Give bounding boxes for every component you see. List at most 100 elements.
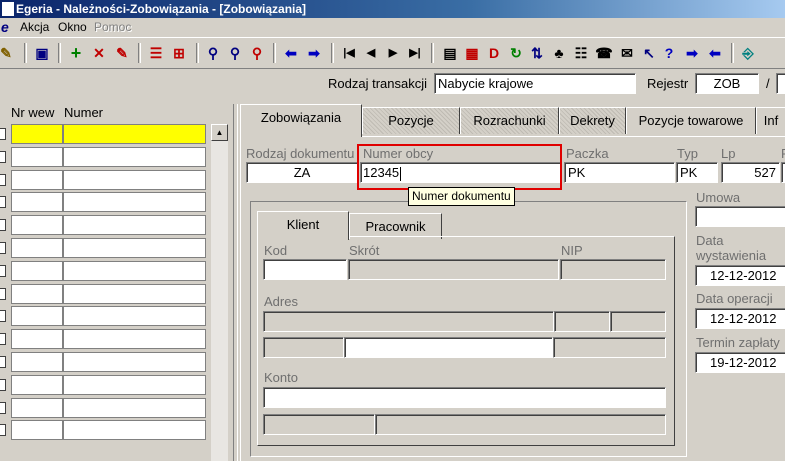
search-next-icon[interactable]: ⚲	[225, 43, 245, 63]
previous-icon[interactable]: ◀	[361, 43, 381, 63]
register-field[interactable]: ZOB	[695, 73, 759, 94]
cell-nr-wew[interactable]	[11, 375, 63, 395]
cell-nr-wew[interactable]	[11, 352, 63, 372]
row-selector[interactable]	[0, 151, 6, 163]
issue-date-field[interactable]: 12-12-2012	[695, 265, 785, 286]
row-selector[interactable]	[0, 219, 6, 231]
code-field[interactable]	[263, 259, 347, 280]
refresh-icon[interactable]: ↻	[506, 43, 526, 63]
first-icon[interactable]: |◀	[339, 43, 359, 63]
cell-numer[interactable]	[63, 170, 206, 190]
grid-vertical-scrollbar[interactable]: ▲	[211, 124, 228, 461]
cell-nr-wew[interactable]	[11, 124, 63, 144]
address-city-field[interactable]	[344, 337, 553, 358]
contract-field[interactable]	[695, 206, 785, 227]
scroll-up-button[interactable]: ▲	[211, 124, 228, 141]
sort-icon[interactable]: ⇅	[527, 43, 547, 63]
search-reset-icon[interactable]: ⚲	[247, 43, 267, 63]
row-selector[interactable]	[0, 333, 6, 345]
row-selector[interactable]	[0, 424, 6, 436]
cell-numer[interactable]	[63, 284, 206, 304]
cell-nr-wew[interactable]	[11, 284, 63, 304]
app-icon[interactable]: e	[1, 20, 15, 35]
cell-nr-wew[interactable]	[11, 192, 63, 212]
tab-info[interactable]: Inf	[756, 107, 785, 134]
tab-zobowiazania[interactable]: Zobowiązania	[240, 104, 362, 137]
cell-numer[interactable]	[63, 215, 206, 235]
cell-numer[interactable]	[63, 352, 206, 372]
cell-numer[interactable]	[63, 306, 206, 326]
batch-field[interactable]: PK	[564, 162, 675, 183]
cell-numer[interactable]	[63, 238, 206, 258]
cell-nr-wew[interactable]	[11, 215, 63, 235]
cell-numer[interactable]	[63, 147, 206, 167]
due-date-field[interactable]: 19-12-2012	[695, 352, 785, 373]
last-icon[interactable]: ▶|	[405, 43, 425, 63]
list-icon[interactable]: ☷	[571, 43, 591, 63]
tab-rozrachunki[interactable]: Rozrachunki	[460, 107, 559, 134]
phone-icon[interactable]: ☎	[594, 43, 614, 63]
cell-numer[interactable]	[63, 375, 206, 395]
save-icon[interactable]: ▣	[32, 43, 52, 63]
cell-nr-wew[interactable]	[11, 306, 63, 326]
cell-nr-wew[interactable]	[11, 147, 63, 167]
play-icon[interactable]: ▶	[383, 43, 403, 63]
row-selector[interactable]	[0, 265, 6, 277]
row-selector[interactable]	[0, 310, 6, 322]
row-selector[interactable]	[0, 402, 6, 414]
cell-nr-wew[interactable]	[11, 238, 63, 258]
mail-icon[interactable]: ✉	[617, 43, 637, 63]
tab-dekrety[interactable]: Dekrety	[559, 107, 626, 134]
forward-arrow-icon[interactable]: ⬅	[705, 43, 725, 63]
report-icon[interactable]: ▤	[440, 43, 460, 63]
menu-okno[interactable]: Okno	[58, 18, 87, 37]
tree-icon[interactable]: ♣	[549, 43, 569, 63]
row-selector[interactable]	[0, 379, 6, 391]
exit-icon[interactable]: ⎆	[738, 43, 758, 63]
cell-nr-wew[interactable]	[11, 398, 63, 418]
type-field[interactable]: PK	[676, 162, 718, 183]
row-selector[interactable]	[0, 196, 6, 208]
edit-icon[interactable]: ✎	[112, 43, 132, 63]
cell-numer[interactable]	[63, 124, 206, 144]
menu-akcja[interactable]: Akcja	[20, 18, 49, 37]
add-icon[interactable]: +	[66, 43, 86, 63]
doc-type-field[interactable]: ZA	[246, 162, 358, 183]
row-selector[interactable]	[0, 242, 6, 254]
cell-numer[interactable]	[63, 261, 206, 281]
cell-nr-wew[interactable]	[11, 329, 63, 349]
lp-field[interactable]: 527	[721, 162, 780, 183]
row-selector[interactable]	[0, 288, 6, 300]
search-icon[interactable]: ⚲	[203, 43, 223, 63]
cell-nr-wew[interactable]	[11, 261, 63, 281]
print-icon[interactable]: ▦	[462, 43, 482, 63]
cell-numer[interactable]	[63, 398, 206, 418]
tab-pozycje-towarowe[interactable]: Pozycje towarowe	[626, 107, 756, 134]
next-icon[interactable]: ➡	[304, 43, 324, 63]
transaction-type-field[interactable]: Nabycie krajowe	[434, 73, 636, 94]
cell-nr-wew[interactable]	[11, 170, 63, 190]
help-icon[interactable]: ?	[659, 43, 679, 63]
cell-numer[interactable]	[63, 329, 206, 349]
account-field[interactable]	[263, 387, 666, 408]
row-selector[interactable]	[0, 356, 6, 368]
split-v-icon[interactable]: ⊞	[169, 43, 189, 63]
row-selector[interactable]	[0, 174, 6, 186]
split-h-icon[interactable]: ☰	[146, 43, 166, 63]
back-arrow-icon[interactable]: ➡	[682, 43, 702, 63]
operation-date-field[interactable]: 12-12-2012	[695, 308, 785, 329]
cell-numer[interactable]	[63, 192, 206, 212]
register-number-field[interactable]	[776, 73, 785, 94]
tab-klient[interactable]: Klient	[257, 211, 349, 240]
cell-numer[interactable]	[63, 420, 206, 440]
delete-icon[interactable]: ✕	[89, 43, 109, 63]
prev-icon[interactable]: ⬅	[281, 43, 301, 63]
pin-icon[interactable]: ✎	[0, 43, 16, 63]
document-d-icon[interactable]: D	[484, 43, 504, 63]
row-selector[interactable]	[0, 128, 6, 140]
panel-splitter[interactable]	[233, 104, 238, 461]
col-header-nr-wew[interactable]: Nr wew	[11, 104, 54, 122]
extra-field[interactable]	[781, 162, 785, 183]
col-header-numer[interactable]: Numer	[64, 104, 103, 122]
arrow-cursor-icon[interactable]: ↖	[639, 43, 659, 63]
